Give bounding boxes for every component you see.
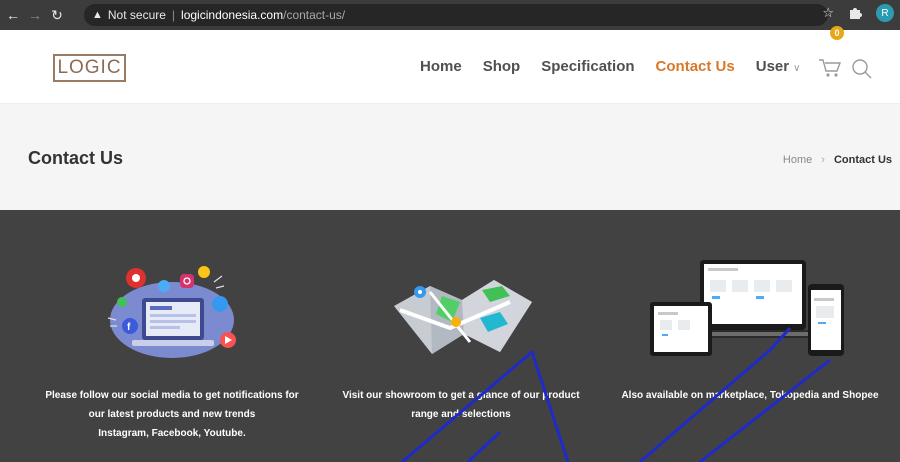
menu-item-shop[interactable]: Shop [483, 58, 521, 75]
social-media-text: Please follow our social media to get no… [36, 386, 308, 443]
breadcrumb: Home › Contact Us [783, 154, 892, 166]
folded-map-icon [394, 280, 532, 354]
url-host[interactable]: logicindonesia.com [181, 8, 283, 22]
menu-item-home[interactable]: Home [420, 58, 462, 75]
menu-item-user[interactable]: User ∨ [756, 58, 801, 75]
marketplace-text: Also available on marketplace, Tokopedia… [612, 386, 888, 405]
showroom-line-2: range and selections [411, 409, 511, 420]
breadcrumb-home[interactable]: Home [783, 154, 812, 166]
social-media-line-3: Instagram, Facebook, Youtube. [98, 428, 246, 439]
cart-icon[interactable] [818, 57, 842, 79]
extensions-puzzle-icon[interactable] [848, 6, 862, 20]
site-header: LOGIC Home Shop Specification Contact Us… [0, 26, 900, 104]
menu-item-contact-us[interactable]: Contact Us [656, 58, 735, 75]
search-icon[interactable] [851, 58, 873, 80]
address-divider: | [171, 8, 176, 22]
social-media-laptop-icon: f [107, 266, 236, 358]
breadcrumb-current: Contact Us [833, 154, 892, 166]
devices-icon [650, 260, 844, 356]
url-path[interactable]: /contact-us/ [283, 8, 345, 22]
cart-count-badge: 0 [830, 26, 844, 40]
browser-toolbar: ← → ↻ ▲ Not secure | logicindonesia.com /… [0, 0, 900, 30]
address-bar[interactable]: ▲ Not secure | logicindonesia.com/contac… [84, 4, 828, 26]
forward-arrow-icon[interactable]: → [26, 6, 44, 24]
page-title-band: Contact Us Home › Contact Us [0, 104, 900, 210]
social-media-line-1: Please follow our social media to get no… [45, 390, 299, 401]
social-media-line-2: our latest products and new trends [88, 409, 256, 420]
info-section: f Please follow our social media to get … [0, 210, 900, 462]
back-arrow-icon[interactable]: ← [4, 6, 22, 24]
showroom-text: Visit our showroom to get a glance of ou… [334, 386, 588, 424]
breadcrumb-chevron-icon: › [821, 154, 825, 166]
security-label[interactable]: Not secure [108, 8, 166, 22]
menu-item-user-label: User [755, 58, 790, 75]
warning-triangle-icon[interactable]: ▲ [92, 9, 103, 21]
reload-icon[interactable]: ↻ [48, 6, 66, 24]
menu-item-specification[interactable]: Specification [541, 58, 634, 75]
profile-avatar[interactable]: R [876, 4, 894, 22]
showroom-line-1: Visit our showroom to get a glance of ou… [342, 390, 580, 401]
chevron-down-icon: ∨ [793, 63, 801, 74]
main-menu: Home Shop Specification Contact Us User ∨ [420, 58, 821, 75]
marketplace-line-1: Also available on marketplace, Tokopedia… [621, 390, 879, 401]
bookmark-star-icon[interactable]: ☆ [822, 5, 834, 21]
site-logo[interactable]: LOGIC [53, 54, 126, 82]
page-title: Contact Us [28, 148, 124, 168]
